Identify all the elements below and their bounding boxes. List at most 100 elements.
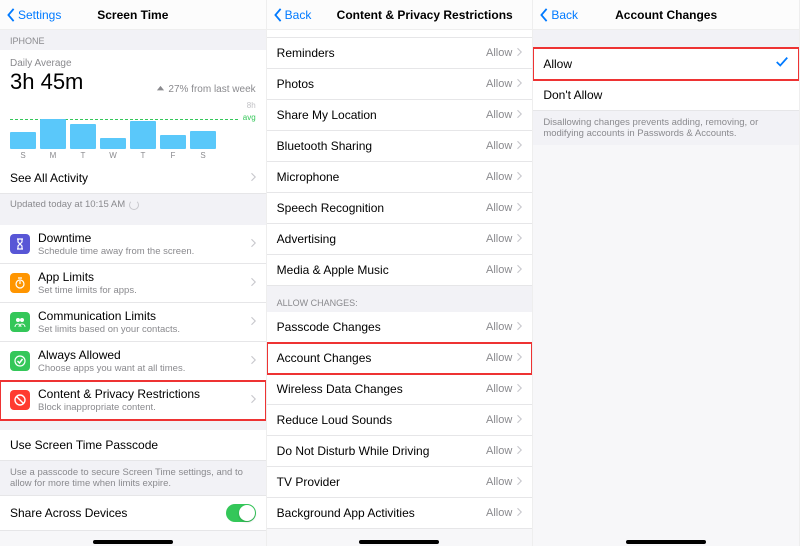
home-indicator xyxy=(359,540,439,544)
back-button[interactable]: Back xyxy=(273,8,312,22)
passcode-footer: Use a passcode to secure Screen Time set… xyxy=(0,461,266,495)
row-label: TV Provider xyxy=(277,475,486,489)
navbar: Back Account Changes xyxy=(533,0,799,30)
option-allow[interactable]: Allow xyxy=(533,48,799,80)
chevron-right-icon xyxy=(516,139,522,153)
row-value: Allow xyxy=(486,476,512,488)
chart-bar xyxy=(10,132,36,149)
spinner-icon xyxy=(129,200,139,210)
row-value: Allow xyxy=(486,321,512,333)
row-value: Allow xyxy=(486,507,512,519)
arrow-up-icon xyxy=(156,85,165,94)
row-label: Share My Location xyxy=(277,108,486,122)
people-icon xyxy=(10,312,30,332)
chevron-right-icon xyxy=(516,77,522,91)
row-value: Allow xyxy=(486,414,512,426)
chevron-right-icon xyxy=(516,382,522,396)
restriction-row-tv-provider[interactable]: TV ProviderAllow xyxy=(267,467,533,498)
restriction-row-background-app-activities[interactable]: Background App ActivitiesAllow xyxy=(267,498,533,529)
restriction-row-reduce-loud-sounds[interactable]: Reduce Loud SoundsAllow xyxy=(267,405,533,436)
chart-bar xyxy=(190,131,216,149)
chevron-left-icon xyxy=(6,8,16,22)
chevron-right-icon xyxy=(516,170,522,184)
navbar: Settings Screen Time xyxy=(0,0,266,30)
chevron-right-icon xyxy=(516,263,522,277)
share-devices-row[interactable]: Share Across Devices xyxy=(0,495,266,531)
see-all-activity-row[interactable]: See All Activity xyxy=(0,163,266,194)
row-value: Allow xyxy=(486,233,512,245)
restriction-row-speech-recognition[interactable]: Speech RecognitionAllow xyxy=(267,193,533,224)
day-label: S xyxy=(10,151,36,160)
row-label: Reduce Loud Sounds xyxy=(277,413,486,427)
timer-icon xyxy=(10,273,30,293)
row-title: Content & Privacy Restrictions xyxy=(38,387,250,401)
day-label: W xyxy=(100,151,126,160)
row-value: Allow xyxy=(486,383,512,395)
restriction-row-photos[interactable]: PhotosAllow xyxy=(267,69,533,100)
back-label: Back xyxy=(551,8,578,22)
back-label: Back xyxy=(285,8,312,22)
row-subtitle: Choose apps you want at all times. xyxy=(38,363,250,374)
restriction-row-bluetooth-sharing[interactable]: Bluetooth SharingAllow xyxy=(267,131,533,162)
row-value: Allow xyxy=(486,47,512,59)
delta-badge: 27% from last week xyxy=(156,84,255,95)
row-title: Communication Limits xyxy=(38,309,250,323)
row-label: Background App Activities xyxy=(277,506,486,520)
usage-chart: 8h avg SMTWTFS xyxy=(10,101,256,159)
row-subtitle: Set time limits for apps. xyxy=(38,285,250,296)
row-label: Account Changes xyxy=(277,351,486,365)
chevron-right-icon xyxy=(516,475,522,489)
restriction-row-wireless-data-changes[interactable]: Wireless Data ChangesAllow xyxy=(267,374,533,405)
allow-changes-header: ALLOW CHANGES: xyxy=(267,286,533,312)
restriction-row-advertising[interactable]: AdvertisingAllow xyxy=(267,224,533,255)
chevron-right-icon xyxy=(516,320,522,334)
row-label: Bluetooth Sharing xyxy=(277,139,486,153)
chart-bar xyxy=(40,119,66,149)
restriction-row-account-changes[interactable]: Account ChangesAllow xyxy=(267,343,533,374)
restriction-row-passcode-changes[interactable]: Passcode ChangesAllow xyxy=(267,312,533,343)
option-don-t-allow[interactable]: Don't Allow xyxy=(533,80,799,111)
chevron-right-icon xyxy=(250,315,256,329)
usage-summary: Daily Average 3h 45m 27% from last week … xyxy=(0,50,266,163)
row-subtitle: Set limits based on your contacts. xyxy=(38,324,250,335)
chart-bar xyxy=(100,138,126,149)
back-button[interactable]: Settings xyxy=(6,8,61,22)
use-passcode-row[interactable]: Use Screen Time Passcode xyxy=(0,430,266,461)
settings-row-always-allowed[interactable]: Always AllowedChoose apps you want at al… xyxy=(0,342,266,381)
home-indicator xyxy=(93,540,173,544)
chevron-right-icon xyxy=(250,354,256,368)
checkmark-icon xyxy=(775,56,789,71)
hourglass-icon xyxy=(10,234,30,254)
daily-average-label: Daily Average xyxy=(10,58,256,69)
option-label: Don't Allow xyxy=(543,88,789,102)
row-label: Advertising xyxy=(277,232,486,246)
back-button[interactable]: Back xyxy=(539,8,578,22)
toggle-switch[interactable] xyxy=(226,504,256,522)
chevron-right-icon xyxy=(516,506,522,520)
account-changes-footer: Disallowing changes prevents adding, rem… xyxy=(533,111,799,145)
restriction-row-do-not-disturb-while-driving[interactable]: Do Not Disturb While DrivingAllow xyxy=(267,436,533,467)
settings-row-app-limits[interactable]: App LimitsSet time limits for apps. xyxy=(0,264,266,303)
settings-row-communication-limits[interactable]: Communication LimitsSet limits based on … xyxy=(0,303,266,342)
updated-row: Updated today at 10:15 AM xyxy=(0,194,266,215)
row-value: Allow xyxy=(486,445,512,457)
chevron-right-icon xyxy=(250,393,256,407)
chevron-right-icon xyxy=(250,276,256,290)
chevron-right-icon xyxy=(250,171,256,185)
restriction-row-media-apple-music[interactable]: Media & Apple MusicAllow xyxy=(267,255,533,286)
restriction-row-reminders[interactable]: RemindersAllow xyxy=(267,38,533,69)
row-title: Downtime xyxy=(38,231,250,245)
chevron-right-icon xyxy=(516,351,522,365)
see-all-label: See All Activity xyxy=(10,171,250,185)
settings-row-content-privacy-restrictions[interactable]: Content & Privacy RestrictionsBlock inap… xyxy=(0,381,266,420)
day-label: S xyxy=(190,151,216,160)
check-icon xyxy=(10,351,30,371)
chart-bar xyxy=(160,135,186,149)
row-label: Reminders xyxy=(277,46,486,60)
row-value: Allow xyxy=(486,109,512,121)
row-value: Allow xyxy=(486,352,512,364)
settings-row-downtime[interactable]: DowntimeSchedule time away from the scre… xyxy=(0,225,266,264)
chevron-right-icon xyxy=(516,46,522,60)
restriction-row-microphone[interactable]: MicrophoneAllow xyxy=(267,162,533,193)
restriction-row-share-my-location[interactable]: Share My LocationAllow xyxy=(267,100,533,131)
